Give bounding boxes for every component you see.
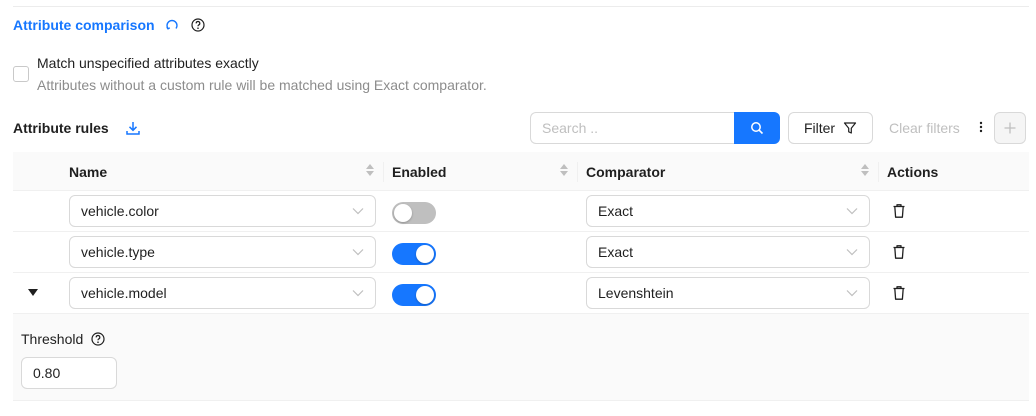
help-icon[interactable] — [91, 332, 105, 346]
threshold-label: Threshold — [21, 331, 84, 347]
match-unspecified-checkbox[interactable] — [13, 66, 29, 82]
column-divider — [383, 162, 384, 182]
comparator-value: Exact — [598, 244, 634, 260]
chevron-down-icon — [352, 207, 364, 215]
column-header-actions: Actions — [887, 163, 939, 180]
attribute-name-select[interactable]: vehicle.model — [69, 277, 376, 309]
match-unspecified-label[interactable]: Match unspecified attributes exactly — [37, 54, 487, 72]
filter-label: Filter — [803, 120, 836, 136]
attribute-name-select[interactable]: vehicle.type — [69, 236, 376, 268]
delete-icon[interactable] — [892, 244, 906, 260]
rules-header: Attribute rules — [13, 120, 141, 136]
section-header: Attribute comparison — [13, 16, 205, 34]
sort-icon[interactable] — [560, 164, 568, 176]
toggle-knob — [416, 245, 434, 263]
delete-icon[interactable] — [892, 285, 906, 301]
enabled-toggle[interactable] — [392, 284, 436, 306]
filter-icon — [843, 121, 857, 135]
expand-caret-icon[interactable] — [28, 289, 38, 297]
refresh-icon[interactable] — [165, 18, 179, 32]
chevron-down-icon — [846, 289, 858, 297]
enabled-toggle[interactable] — [392, 243, 436, 265]
chevron-down-icon — [846, 248, 858, 256]
download-icon[interactable] — [125, 120, 141, 136]
match-unspecified-description: Attributes without a custom rule will be… — [37, 77, 487, 93]
match-unspecified-option: Match unspecified attributes exactly Att… — [13, 54, 487, 94]
chevron-down-icon — [352, 248, 364, 256]
search-icon — [750, 121, 764, 135]
table-row: vehicle.type Exact — [13, 232, 1029, 273]
filter-button[interactable]: Filter — [788, 112, 873, 144]
rules-title: Attribute rules — [13, 120, 109, 136]
clear-filters-button[interactable]: Clear filters — [889, 120, 960, 136]
chevron-down-icon — [352, 289, 364, 297]
column-header-comparator[interactable]: Comparator — [586, 152, 665, 191]
help-icon[interactable] — [190, 18, 205, 32]
attribute-rules-table: Name Enabled Comparator Actions vehicle.… — [13, 152, 1029, 401]
column-header-name[interactable]: Name — [69, 152, 107, 191]
plus-icon — [1003, 121, 1017, 135]
search-input[interactable] — [530, 112, 734, 144]
expanded-row-panel: Threshold — [13, 314, 1029, 401]
column-divider — [577, 162, 578, 182]
comparator-select[interactable]: Exact — [586, 195, 870, 227]
attribute-name-value: vehicle.type — [81, 244, 155, 260]
comparator-value: Levenshtein — [598, 285, 674, 301]
comparator-select[interactable]: Exact — [586, 236, 870, 268]
more-vertical-icon[interactable] — [974, 120, 988, 136]
sort-icon[interactable] — [861, 164, 869, 176]
search-button[interactable] — [734, 112, 780, 144]
enabled-toggle[interactable] — [392, 202, 436, 224]
threshold-input[interactable] — [21, 357, 117, 389]
delete-icon[interactable] — [892, 203, 906, 219]
rules-toolbar: Filter Clear filters — [530, 112, 1026, 144]
section-title: Attribute comparison — [13, 17, 155, 33]
table-row: vehicle.color Exact — [13, 191, 1029, 232]
top-divider — [13, 6, 1029, 7]
attribute-name-value: vehicle.color — [81, 203, 159, 219]
attribute-name-select[interactable]: vehicle.color — [69, 195, 376, 227]
comparator-select[interactable]: Levenshtein — [586, 277, 870, 309]
sort-icon[interactable] — [366, 164, 374, 176]
toggle-knob — [416, 286, 434, 304]
attribute-name-value: vehicle.model — [81, 285, 167, 301]
comparator-value: Exact — [598, 203, 634, 219]
column-header-enabled[interactable]: Enabled — [392, 152, 446, 191]
add-rule-button[interactable] — [993, 112, 1026, 144]
threshold-label-group: Threshold — [21, 331, 105, 347]
toggle-knob — [394, 204, 412, 222]
table-header: Name Enabled Comparator Actions — [13, 152, 1029, 191]
chevron-down-icon — [846, 207, 858, 215]
table-row: vehicle.model Levenshtein — [13, 273, 1029, 314]
column-divider — [878, 162, 879, 182]
